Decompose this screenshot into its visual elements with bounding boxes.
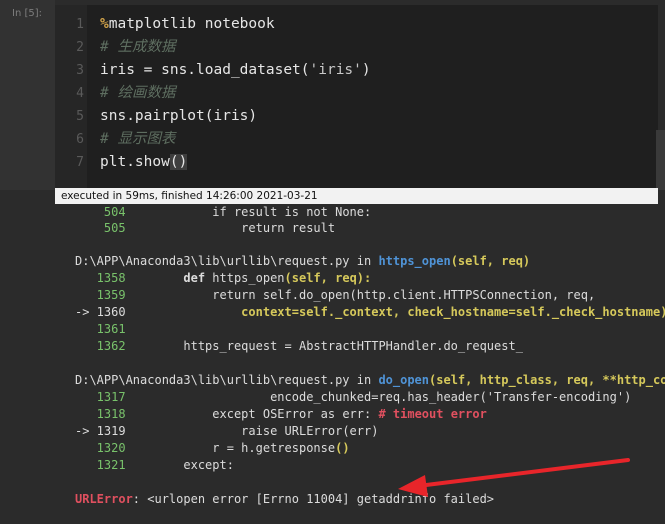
cell-prompt: In [5]: [0, 0, 55, 190]
traceback-output: 504 if result is not None: 505 return re… [0, 196, 665, 524]
code-line[interactable]: 7 plt.show() [55, 151, 658, 174]
line-number: 4 [76, 86, 84, 101]
traceback-line: 1362 https_request = AbstractHTTPHandler… [75, 339, 523, 353]
traceback-line: URLError: <urlopen error [Errno 11004] g… [75, 492, 495, 506]
traceback-line: -> 1360 context=self._context, check_hos… [75, 305, 665, 319]
code-line[interactable]: 4 # 绘画数据 [55, 82, 658, 105]
traceback-line: 1359 return self.do_open(http.client.HTT… [75, 288, 596, 302]
code-line[interactable]: 3 iris = sns.load_dataset('iris') [55, 59, 658, 82]
traceback-line: 1321 except: [75, 458, 234, 472]
code-line[interactable]: 5 sns.pairplot(iris) [55, 105, 658, 128]
traceback-line: 1320 r = h.getresponse() [75, 441, 350, 455]
code-line[interactable]: 1 %matplotlib notebook [55, 13, 658, 36]
prompt-label: In [5]: [12, 8, 42, 19]
code-text[interactable]: sns.pairplot(iris) [100, 105, 257, 128]
code-text[interactable]: # 绘画数据 [100, 82, 175, 105]
code-text[interactable]: # 生成数据 [100, 36, 175, 59]
traceback-line: -> 1319 raise URLError(err) [75, 424, 379, 438]
code-line[interactable]: 2 # 生成数据 [55, 36, 658, 59]
traceback-line: 1358 def https_open(self, req): [75, 271, 372, 285]
traceback-line: D:\APP\Anaconda3\lib\urllib\request.py i… [75, 254, 531, 268]
traceback-line: 504 if result is not None: [75, 205, 372, 219]
scrollbar[interactable] [656, 130, 665, 190]
traceback-line: 1317 encode_chunked=req.has_header('Tran… [75, 390, 632, 404]
traceback-line: 1361 [75, 322, 126, 336]
code-text[interactable]: %matplotlib notebook [100, 13, 275, 36]
traceback-line: 1318 except OSError as err: # timeout er… [75, 407, 487, 421]
traceback-line: D:\APP\Anaconda3\lib\urllib\request.py i… [75, 373, 665, 387]
line-number: 3 [76, 63, 84, 78]
line-number: 7 [76, 155, 84, 170]
line-number: 2 [76, 40, 84, 55]
line-number: 1 [76, 17, 84, 32]
line-number: 5 [76, 109, 84, 124]
execution-status: executed in 59ms, finished 14:26:00 2021… [55, 188, 658, 204]
line-number: 6 [76, 132, 84, 147]
code-text[interactable]: plt.show() [100, 151, 188, 174]
code-line[interactable]: 6 # 显示图表 [55, 128, 658, 151]
code-text[interactable]: # 显示图表 [100, 128, 175, 151]
traceback-line: 505 return result [75, 221, 336, 235]
code-text[interactable]: iris = sns.load_dataset('iris') [100, 59, 371, 82]
code-cell[interactable]: 1 %matplotlib notebook 2 # 生成数据 3 iris = sns.… [55, 5, 658, 188]
